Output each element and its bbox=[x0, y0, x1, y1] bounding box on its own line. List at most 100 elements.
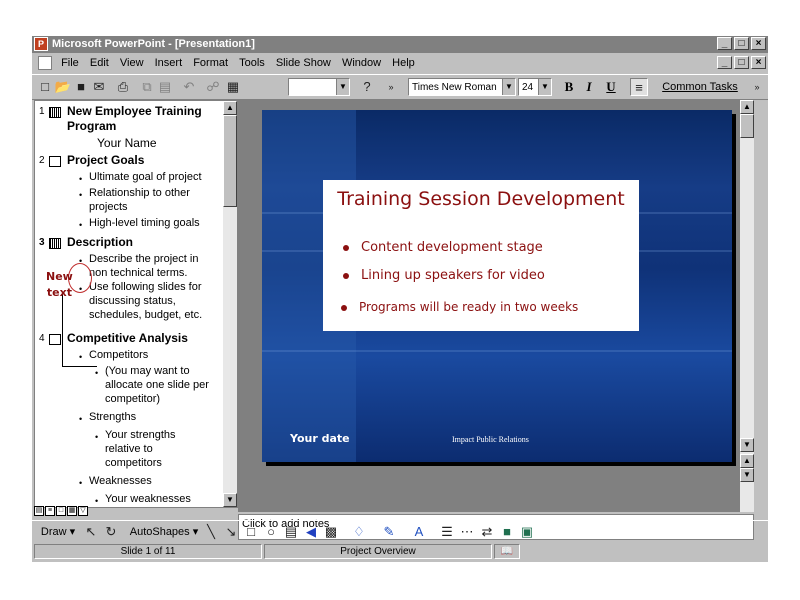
save-icon[interactable]: ■ bbox=[72, 78, 90, 96]
fill-color-icon[interactable]: ♢ bbox=[350, 523, 368, 541]
more-buttons-icon[interactable]: » bbox=[382, 78, 400, 96]
paste-icon[interactable]: ▤ bbox=[156, 78, 174, 96]
menu-file[interactable]: File bbox=[57, 54, 83, 72]
outline-bullet[interactable]: Ultimate goal of project bbox=[89, 171, 202, 183]
close-button[interactable]: × bbox=[751, 37, 766, 50]
text-box-icon[interactable]: ▤ bbox=[282, 523, 300, 541]
outline-bullet[interactable]: Relationship to other bbox=[89, 187, 190, 199]
outline-slide-title[interactable]: Description bbox=[67, 235, 133, 249]
bold-button[interactable]: B bbox=[560, 78, 578, 96]
slide-bullet[interactable]: Content development stage bbox=[343, 240, 543, 255]
outline-bullet-cont[interactable]: non technical terms. bbox=[89, 267, 187, 279]
slide-icon[interactable] bbox=[49, 238, 61, 249]
underline-button[interactable]: U bbox=[602, 78, 620, 96]
slide-scrollbar[interactable]: ▲ ▼ ▲ ▼ bbox=[740, 100, 754, 512]
line-color-icon[interactable]: ✎ bbox=[380, 523, 398, 541]
slide-canvas[interactable]: Training Session Development Content dev… bbox=[262, 110, 732, 462]
normal-view-icon[interactable]: ▤ bbox=[34, 506, 44, 516]
outline-slide-title[interactable]: Project Goals bbox=[67, 153, 144, 167]
slide-footer[interactable]: Impact Public Relations bbox=[452, 435, 529, 444]
minimize-button[interactable]: _ bbox=[717, 37, 732, 50]
copy-icon[interactable]: ⧉ bbox=[138, 78, 156, 96]
slide-view-icon[interactable]: □ bbox=[56, 506, 66, 516]
slide-date[interactable]: Your date bbox=[290, 432, 350, 445]
email-icon[interactable]: ✉ bbox=[90, 78, 108, 96]
outline-slide-title[interactable]: New Employee Training bbox=[67, 104, 202, 118]
select-arrow-icon[interactable]: ↖ bbox=[82, 523, 100, 541]
arrow-style-icon[interactable]: ⇄ bbox=[478, 523, 496, 541]
slide-bullet[interactable]: Lining up speakers for video bbox=[343, 268, 545, 283]
slide-bullet[interactable]: Programs will be ready in two weeks bbox=[341, 300, 578, 314]
scroll-up-icon[interactable]: ▲ bbox=[740, 100, 754, 114]
undo-icon[interactable]: ↶ bbox=[180, 78, 198, 96]
outline-bullet[interactable]: Your weaknesses bbox=[105, 493, 191, 505]
wordart-icon[interactable]: ◀ bbox=[302, 523, 320, 541]
menu-format[interactable]: Format bbox=[189, 54, 232, 72]
outline-bullet[interactable]: Competitors bbox=[89, 349, 148, 361]
font-select[interactable]: Times New Roman ▼ bbox=[408, 78, 516, 96]
scroll-thumb[interactable] bbox=[223, 115, 237, 207]
next-slide-icon[interactable]: ▼ bbox=[740, 468, 754, 482]
outline-bullet[interactable]: Describe the project in bbox=[89, 253, 198, 265]
open-icon[interactable]: 📂 bbox=[54, 78, 72, 96]
slide-content-box[interactable]: Training Session Development Content dev… bbox=[323, 180, 639, 331]
slide-icon[interactable] bbox=[49, 156, 61, 167]
previous-slide-icon[interactable]: ▲ bbox=[740, 454, 754, 468]
common-tasks-button[interactable]: Common Tasks ▾ bbox=[658, 78, 742, 111]
rectangle-icon[interactable]: □ bbox=[242, 523, 260, 541]
insert-table-icon[interactable]: ▦ bbox=[224, 78, 242, 96]
menu-edit[interactable]: Edit bbox=[86, 54, 113, 72]
print-icon[interactable]: ⎙ bbox=[114, 78, 132, 96]
clip-art-icon[interactable]: ▩ bbox=[322, 523, 340, 541]
hyperlink-icon[interactable]: ☍ bbox=[204, 78, 222, 96]
help-icon[interactable]: ? bbox=[358, 78, 376, 96]
outline-bullet-cont[interactable]: allocate one slide per bbox=[105, 379, 209, 391]
dash-style-icon[interactable]: ⋯ bbox=[458, 523, 476, 541]
shadow-icon[interactable]: ■ bbox=[498, 523, 516, 541]
font-size-select[interactable]: 24 ▼ bbox=[518, 78, 552, 96]
menu-window[interactable]: Window bbox=[338, 54, 385, 72]
autoshapes-button[interactable]: AutoShapes ▾ bbox=[128, 523, 200, 541]
maximize-button[interactable]: □ bbox=[734, 37, 749, 50]
3d-icon[interactable]: ▣ bbox=[518, 523, 536, 541]
scroll-down-icon[interactable]: ▼ bbox=[740, 438, 754, 452]
align-left-icon[interactable]: ≡ bbox=[630, 78, 648, 96]
font-color-icon[interactable]: A bbox=[410, 523, 428, 541]
menu-slide-show[interactable]: Slide Show bbox=[272, 54, 335, 72]
italic-button[interactable]: I bbox=[580, 78, 598, 96]
doc-minimize-button[interactable]: _ bbox=[717, 56, 732, 69]
outline-bullet[interactable]: Weaknesses bbox=[89, 475, 152, 487]
menu-insert[interactable]: Insert bbox=[151, 54, 187, 72]
outline-bullet-cont[interactable]: discussing status, bbox=[89, 295, 176, 307]
slide-icon[interactable] bbox=[49, 334, 61, 345]
outline-bullet-cont[interactable]: projects bbox=[89, 201, 128, 213]
menu-help[interactable]: Help bbox=[388, 54, 419, 72]
scroll-down-icon[interactable]: ▼ bbox=[223, 493, 237, 507]
outline-bullet[interactable]: Your strengths bbox=[105, 429, 176, 441]
slide-sorter-icon[interactable]: ▦ bbox=[67, 506, 77, 516]
draw-menu-button[interactable]: Draw ▾ bbox=[38, 523, 78, 541]
outline-bullet[interactable]: Strengths bbox=[89, 411, 136, 423]
outline-bullet[interactable]: Use following slides for bbox=[89, 281, 202, 293]
scroll-up-icon[interactable]: ▲ bbox=[223, 101, 237, 115]
arrow-icon[interactable]: ↘ bbox=[222, 523, 240, 541]
rotate-icon[interactable]: ↻ bbox=[102, 523, 120, 541]
line-style-icon[interactable]: ☰ bbox=[438, 523, 456, 541]
doc-restore-button[interactable]: □ bbox=[734, 56, 749, 69]
menu-tools[interactable]: Tools bbox=[235, 54, 269, 72]
outline-view-icon[interactable]: ≡ bbox=[45, 506, 55, 516]
document-icon[interactable] bbox=[38, 56, 52, 71]
slide-title[interactable]: Training Session Development bbox=[323, 188, 639, 210]
powerpoint-app-icon[interactable]: P bbox=[34, 37, 48, 51]
slide-show-icon[interactable]: ▽ bbox=[78, 506, 88, 516]
line-icon[interactable]: ╲ bbox=[202, 523, 220, 541]
outline-subtitle[interactable]: Your Name bbox=[97, 136, 157, 150]
outline-bullet[interactable]: High-level timing goals bbox=[89, 217, 200, 229]
spelling-status-icon[interactable]: 📖 bbox=[494, 544, 520, 559]
outline-bullet-cont[interactable]: competitors bbox=[105, 457, 162, 469]
zoom-select[interactable]: ▼ bbox=[288, 78, 350, 96]
outline-bullet-cont[interactable]: competitor) bbox=[105, 393, 160, 405]
slide-icon[interactable] bbox=[49, 107, 61, 118]
outline-bullet[interactable]: (You may want to bbox=[105, 365, 190, 377]
scroll-thumb[interactable] bbox=[740, 114, 754, 138]
